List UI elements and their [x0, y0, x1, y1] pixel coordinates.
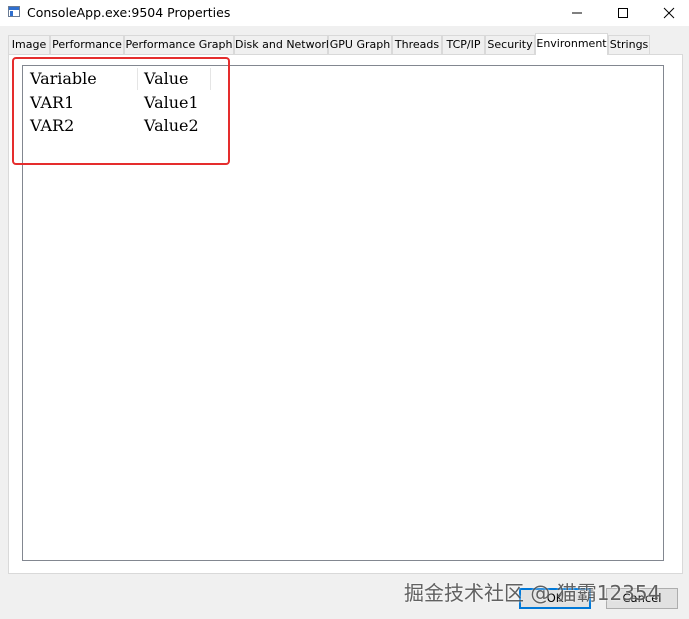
value-cell: Value1	[144, 93, 199, 112]
column-header-value[interactable]: Value	[144, 69, 189, 88]
close-icon	[663, 7, 675, 19]
tab-strings[interactable]: Strings	[608, 35, 650, 54]
tab-tcp-ip[interactable]: TCP/IP	[442, 35, 485, 54]
ok-button[interactable]: OK	[519, 588, 591, 609]
variable-cell: VAR1	[30, 93, 75, 112]
close-button[interactable]	[646, 0, 689, 26]
environment-list-view[interactable]: Variable Value VAR1 Value1 VAR2 Value2	[22, 65, 664, 561]
tab-threads[interactable]: Threads	[392, 35, 442, 54]
cancel-button[interactable]: Cancel	[606, 588, 678, 609]
tab-gpu-graph[interactable]: GPU Graph	[328, 35, 392, 54]
tab-strip: Image Performance Performance Graph Disk…	[8, 33, 683, 55]
minimize-icon	[572, 12, 582, 14]
tab-image[interactable]: Image	[8, 35, 50, 54]
column-header-variable[interactable]: Variable	[30, 69, 97, 88]
minimize-button[interactable]	[554, 0, 600, 26]
tab-environment[interactable]: Environment	[535, 33, 608, 55]
maximize-icon	[618, 8, 628, 18]
window-title: ConsoleApp.exe:9504 Properties	[27, 5, 231, 20]
value-cell: Value2	[144, 116, 199, 135]
list-header: Variable Value	[23, 66, 663, 91]
tab-security[interactable]: Security	[485, 35, 535, 54]
table-row[interactable]: VAR2 Value2	[23, 115, 663, 138]
tab-performance-graph[interactable]: Performance Graph	[124, 35, 234, 54]
maximize-button[interactable]	[600, 0, 646, 26]
tab-performance[interactable]: Performance	[50, 35, 124, 54]
title-bar: ConsoleApp.exe:9504 Properties	[0, 0, 689, 26]
column-divider[interactable]	[137, 68, 138, 90]
variable-cell: VAR2	[30, 116, 75, 135]
tab-disk-and-network[interactable]: Disk and Network	[234, 35, 332, 54]
app-window-icon	[8, 6, 20, 17]
column-divider[interactable]	[210, 68, 211, 90]
table-row[interactable]: VAR1 Value1	[23, 92, 663, 115]
